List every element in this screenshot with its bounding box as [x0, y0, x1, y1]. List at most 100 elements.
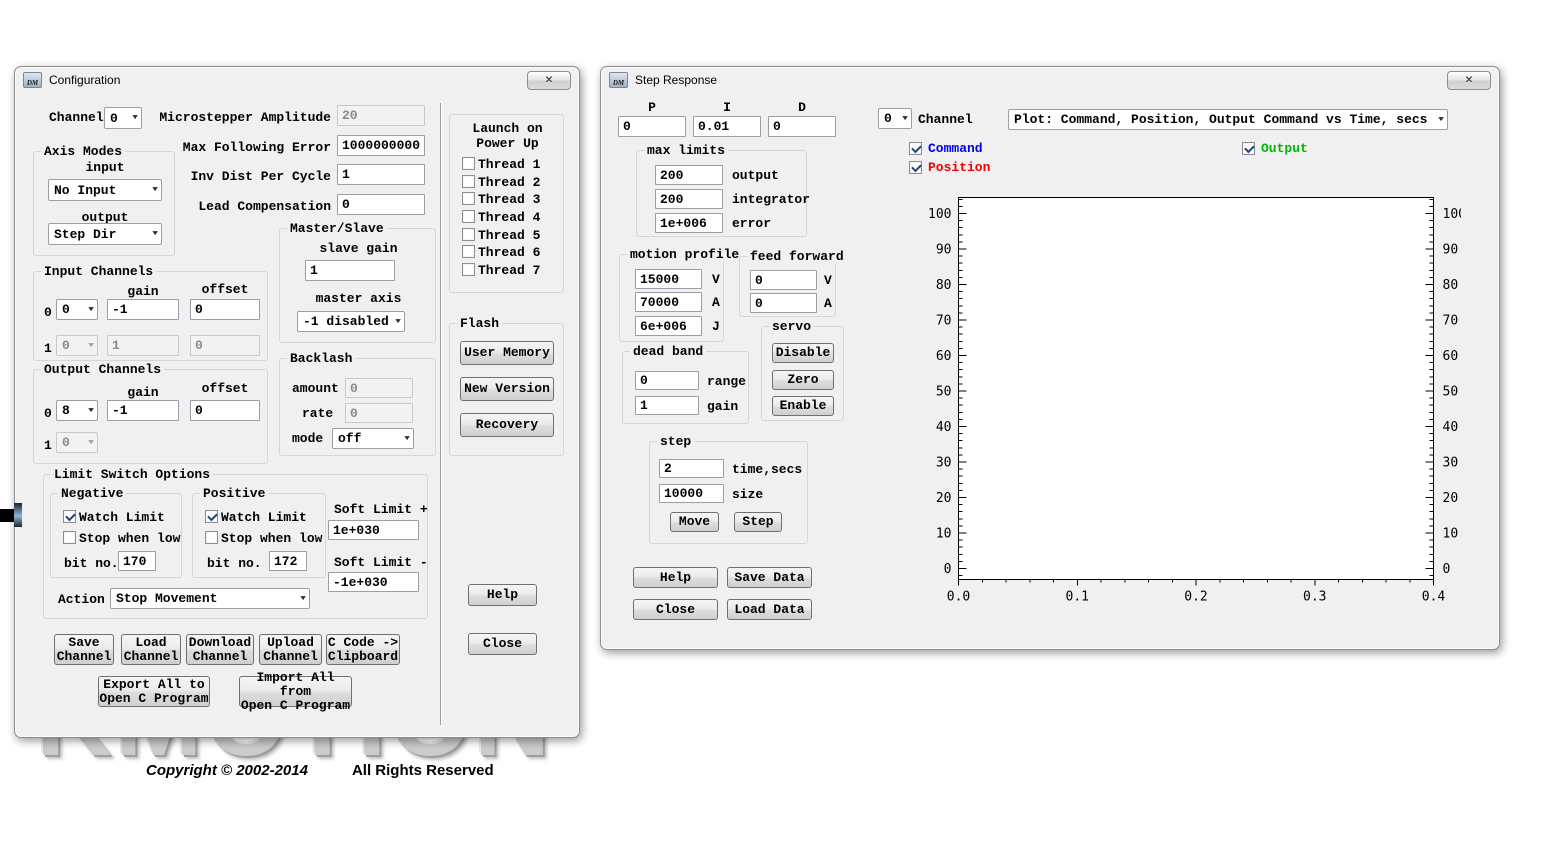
max-following-error-field[interactable]	[337, 135, 425, 156]
lead-compensation-field[interactable]	[337, 194, 425, 215]
negative-bit-no-field[interactable]	[118, 551, 156, 571]
positive-watch-limit-checkbox[interactable]	[205, 510, 218, 523]
soft-limit-minus-field[interactable]	[328, 572, 419, 592]
step-group: step time,secs size Move Step	[649, 441, 808, 544]
action-dropdown[interactable]: Stop Movement ▼	[110, 588, 310, 609]
ff-acceleration-field[interactable]	[750, 293, 817, 313]
output-row0-channel-dropdown[interactable]: 8 ▼	[56, 400, 98, 421]
load-data-button[interactable]: Load Data	[727, 599, 812, 620]
dead-band-range-field[interactable]	[635, 371, 699, 390]
output-checkbox[interactable]	[1242, 142, 1255, 155]
p-field[interactable]	[618, 116, 686, 137]
position-label: Position	[928, 160, 990, 175]
thread-6-label: Thread 6	[478, 245, 540, 260]
servo-enable-button[interactable]: Enable	[772, 396, 834, 416]
positive-bit-no-field[interactable]	[269, 551, 307, 571]
i-field[interactable]	[693, 116, 761, 137]
help-button[interactable]: Help	[633, 567, 718, 588]
load-channel-button[interactable]: Load Channel	[121, 634, 181, 665]
download-channel-button[interactable]: Download Channel	[186, 634, 254, 665]
ff-velocity-field[interactable]	[750, 270, 817, 290]
plot-mode-dropdown[interactable]: Plot: Command, Position, Output Command …	[1008, 109, 1448, 130]
svg-text:60: 60	[1443, 349, 1459, 364]
thread-4-checkbox[interactable]	[462, 210, 475, 223]
thread-1-checkbox[interactable]	[462, 157, 475, 170]
backlash-rate-field[interactable]	[345, 403, 413, 423]
chevron-down-icon: ▼	[152, 186, 158, 194]
thread-7-checkbox[interactable]	[462, 263, 475, 276]
svg-text:70: 70	[936, 314, 952, 329]
upload-channel-button[interactable]: Upload Channel	[259, 634, 322, 665]
configuration-titlebar[interactable]: DM Configuration ✕	[15, 67, 579, 93]
microstepper-amplitude-field[interactable]	[337, 105, 425, 126]
acceleration-field[interactable]	[635, 292, 702, 312]
move-button[interactable]: Move	[670, 512, 719, 532]
thread-3-checkbox[interactable]	[462, 192, 475, 205]
position-checkbox[interactable]	[909, 161, 922, 174]
thread-5-checkbox[interactable]	[462, 228, 475, 241]
backlash-mode-dropdown[interactable]: off ▼	[332, 428, 414, 449]
input-row1-offset-field[interactable]	[190, 335, 260, 356]
input-row1-channel-dropdown[interactable]: 0 ▼	[56, 335, 98, 356]
master-axis-dropdown[interactable]: -1 disabled ▼	[297, 311, 405, 332]
gain-header: gain	[107, 385, 179, 400]
import-all-button[interactable]: Import All from Open C Program	[239, 676, 352, 707]
axis-input-dropdown[interactable]: No Input ▼	[48, 179, 162, 201]
negative-watch-limit-checkbox[interactable]	[63, 510, 76, 523]
input-row1-gain-field[interactable]	[107, 335, 179, 356]
channel-dropdown[interactable]: 0 ▼	[878, 108, 912, 129]
output-row0-gain-field[interactable]	[107, 400, 179, 421]
output-row1-channel-dropdown[interactable]: 0 ▼	[56, 432, 98, 453]
svg-text:10: 10	[1443, 527, 1459, 542]
backlash-amount-field[interactable]	[345, 378, 413, 398]
input-row0-offset-field[interactable]	[190, 299, 260, 320]
step-button[interactable]: Step	[734, 512, 782, 532]
input-row1-channel-value: 0	[62, 338, 70, 353]
jerk-field[interactable]	[635, 316, 702, 336]
svg-text:0.1: 0.1	[1066, 590, 1089, 605]
thread-6-checkbox[interactable]	[462, 245, 475, 258]
close-window-button[interactable]: ✕	[527, 71, 571, 90]
negative-stop-when-low-checkbox[interactable]	[63, 531, 76, 544]
close-window-button[interactable]: ✕	[1447, 71, 1491, 90]
download-channel-line1: Download	[189, 636, 251, 650]
positive-stop-when-low-checkbox[interactable]	[205, 531, 218, 544]
help-button[interactable]: Help	[468, 584, 537, 606]
output-row0-offset-field[interactable]	[190, 400, 260, 421]
negative-title: Negative	[58, 486, 126, 501]
velocity-field[interactable]	[635, 269, 702, 289]
output-row1-channel-value: 0	[62, 435, 70, 450]
close-button[interactable]: Close	[633, 599, 718, 620]
step-size-field[interactable]	[659, 484, 724, 503]
output-label: Output	[1261, 141, 1308, 156]
new-version-button[interactable]: New Version	[460, 377, 554, 401]
input-channels-title: Input Channels	[41, 264, 156, 279]
thread-2-checkbox[interactable]	[462, 175, 475, 188]
max-error-field[interactable]	[655, 213, 723, 233]
export-all-button[interactable]: Export All to Open C Program	[98, 676, 210, 707]
step-response-titlebar[interactable]: DM Step Response ✕	[601, 67, 1499, 93]
input-row0-channel-dropdown[interactable]: 0 ▼	[56, 299, 98, 320]
dead-band-gain-field[interactable]	[635, 396, 699, 415]
save-channel-button[interactable]: Save Channel	[54, 634, 114, 665]
recovery-button[interactable]: Recovery	[460, 413, 554, 437]
inv-dist-per-cycle-field[interactable]	[337, 164, 425, 185]
user-memory-button[interactable]: User Memory	[460, 341, 554, 365]
max-output-field[interactable]	[655, 165, 723, 185]
max-integrator-field[interactable]	[655, 189, 723, 209]
d-field[interactable]	[768, 116, 836, 137]
step-time-field[interactable]	[659, 459, 724, 478]
close-button[interactable]: Close	[468, 633, 537, 655]
servo-zero-button[interactable]: Zero	[772, 370, 834, 390]
input-row0-gain-field[interactable]	[107, 299, 179, 320]
axis-output-dropdown[interactable]: Step Dir ▼	[48, 223, 162, 245]
c-code-clipboard-button[interactable]: C Code -> Clipboard	[326, 634, 400, 665]
max-output-label: output	[732, 168, 779, 183]
thread-2-label: Thread 2	[478, 175, 540, 190]
dead-band-title: dead band	[630, 344, 706, 359]
save-data-button[interactable]: Save Data	[727, 567, 812, 588]
servo-disable-button[interactable]: Disable	[772, 343, 834, 363]
command-checkbox[interactable]	[909, 142, 922, 155]
soft-limit-plus-field[interactable]	[328, 520, 419, 540]
slave-gain-field[interactable]	[305, 260, 395, 281]
